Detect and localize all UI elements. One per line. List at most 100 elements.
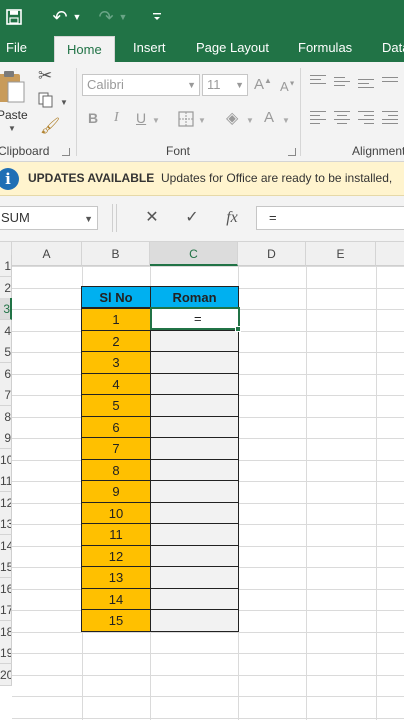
fill-color-dropdown-icon[interactable]: ▼ [246,116,254,125]
roman-cell[interactable] [150,437,239,460]
tab-formulas[interactable]: Formulas [298,34,352,62]
row-header-17[interactable]: 17 [0,599,12,621]
sl-no-cell[interactable]: 10 [81,502,151,525]
sl-no-cell[interactable]: 4 [81,373,151,396]
save-icon[interactable] [4,4,24,30]
copy-icon[interactable] [38,92,56,113]
tab-data[interactable]: Data [382,34,404,62]
roman-cell[interactable] [150,373,239,396]
bold-button[interactable]: B [88,110,98,126]
sl-no-cell[interactable]: 8 [81,459,151,482]
column-header-f[interactable] [376,242,404,266]
roman-cell[interactable] [150,609,239,632]
italic-button[interactable]: I [114,110,119,126]
cancel-icon[interactable]: ✕ [140,206,164,230]
sl-no-cell[interactable]: 9 [81,480,151,503]
column-header-c[interactable]: C [150,242,238,266]
cut-icon[interactable]: ✂ [38,66,52,86]
redo-dropdown-icon[interactable]: ▼ [118,4,128,30]
fill-handle[interactable] [235,326,241,332]
row-header-3[interactable]: 3 [0,298,12,320]
paste-button[interactable]: Paste [0,108,28,122]
row-header-4[interactable]: 4 [0,320,12,342]
roman-cell[interactable] [150,588,239,611]
row-header-2[interactable]: 2 [0,277,12,299]
roman-cell[interactable] [150,545,239,568]
sl-no-cell[interactable]: 12 [81,545,151,568]
underline-button[interactable]: U [136,110,146,126]
row-header-13[interactable]: 13 [0,513,12,535]
font-size-dropdown[interactable]: 11 ▼ [202,74,248,96]
row-header-6[interactable]: 6 [0,363,12,385]
underline-dropdown-icon[interactable]: ▼ [152,116,160,125]
font-color-button[interactable]: A [264,109,274,126]
row-header-10[interactable]: 10 [0,449,12,471]
row-header-16[interactable]: 16 [0,578,12,600]
grow-font-button[interactable]: A▲ [254,76,272,93]
row-header-12[interactable]: 12 [0,492,12,514]
name-box[interactable]: SUM ▼ [0,206,98,230]
font-color-dropdown-icon[interactable]: ▼ [282,116,290,125]
roman-cell[interactable] [150,394,239,417]
shrink-font-button[interactable]: A▼ [280,79,296,94]
row-header-7[interactable]: 7 [0,384,12,406]
row-header-20[interactable]: 20 [0,664,12,686]
roman-cell[interactable] [150,566,239,589]
tab-home[interactable]: Home [54,36,115,62]
enter-icon[interactable]: ✓ [180,206,204,230]
redo-icon[interactable]: ↷ [96,4,116,30]
align-left-icon[interactable] [310,108,326,127]
align-top-icon[interactable] [310,72,326,87]
paste-icon[interactable] [0,70,26,104]
column-header-e[interactable]: E [306,242,376,266]
tab-file[interactable]: File [6,34,27,62]
sl-no-cell[interactable]: 1 [81,308,151,331]
align-middle-icon[interactable] [334,74,350,89]
undo-icon[interactable]: ↶ [50,4,70,30]
roman-cell[interactable] [150,416,239,439]
indent-icon[interactable] [382,108,399,127]
row-header-14[interactable]: 14 [0,535,12,557]
align-bottom-icon[interactable] [358,76,374,91]
format-painter-icon[interactable]: 🖌 [40,116,60,136]
orientation-icon[interactable] [382,74,398,85]
align-center-icon[interactable] [334,108,350,127]
sl-no-cell[interactable]: 14 [81,588,151,611]
roman-cell[interactable] [150,502,239,525]
column-header-a[interactable]: A [12,242,82,266]
font-launcher-icon[interactable] [288,148,296,156]
align-right-icon[interactable] [358,108,375,127]
borders-dropdown-icon[interactable]: ▼ [198,116,206,125]
row-header-8[interactable]: 8 [0,406,12,428]
row-header-1[interactable]: 1 [0,255,12,277]
clipboard-launcher-icon[interactable] [62,148,70,156]
copy-dropdown-icon[interactable]: ▼ [60,98,68,107]
row-header-15[interactable]: 15 [0,556,12,578]
sl-no-cell[interactable]: 6 [81,416,151,439]
row-header-19[interactable]: 19 [0,642,12,664]
column-header-d[interactable]: D [238,242,306,266]
row-header-5[interactable]: 5 [0,341,12,363]
font-name-dropdown[interactable]: Calibri ▼ [82,74,200,96]
sl-no-cell[interactable]: 7 [81,437,151,460]
row-header-11[interactable]: 11 [0,470,12,492]
column-header-b[interactable]: B [82,242,150,266]
roman-cell[interactable] [150,330,239,353]
borders-icon[interactable] [178,111,194,132]
roman-cell[interactable] [150,480,239,503]
header-sl-no[interactable]: Sl No [81,286,151,308]
tab-insert[interactable]: Insert [133,34,166,62]
customize-toolbar-icon[interactable] [150,4,164,30]
roman-cell[interactable] [150,459,239,482]
roman-cell[interactable] [150,523,239,546]
sl-no-cell[interactable]: 2 [81,330,151,353]
sl-no-cell[interactable]: 13 [81,566,151,589]
paste-dropdown-icon[interactable]: ▼ [8,124,16,133]
formula-input[interactable]: = [256,206,404,230]
row-header-9[interactable]: 9 [0,427,12,449]
insert-function-icon[interactable]: fx [220,206,244,230]
row-header-18[interactable]: 18 [0,621,12,643]
sl-no-cell[interactable]: 11 [81,523,151,546]
sl-no-cell[interactable]: 5 [81,394,151,417]
header-roman[interactable]: Roman [150,286,239,308]
